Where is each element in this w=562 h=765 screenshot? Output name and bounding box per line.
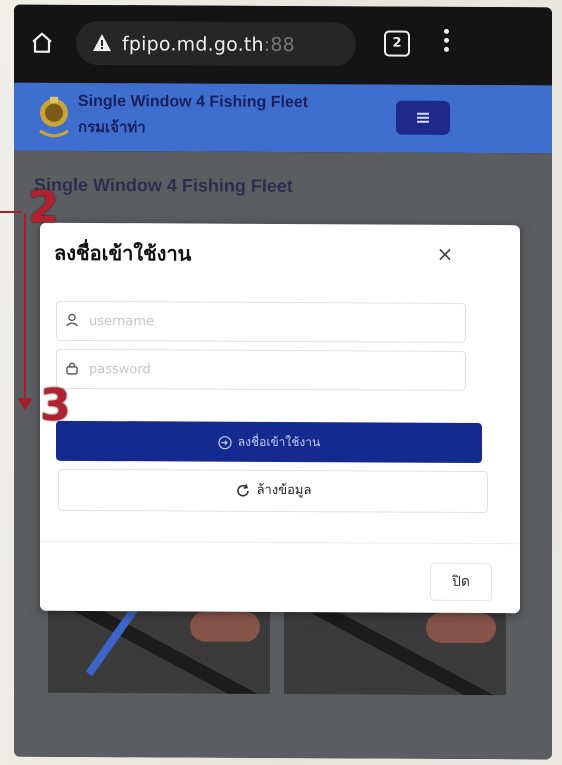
hamburger-icon xyxy=(396,101,450,123)
user-icon xyxy=(66,313,78,327)
modal-footer-divider xyxy=(40,540,520,545)
dismiss-button[interactable]: ปิด xyxy=(430,562,492,602)
login-button[interactable]: ลงชื่อเข้าใช้งาน xyxy=(56,420,482,464)
password-input[interactable] xyxy=(87,355,451,384)
username-input[interactable] xyxy=(87,307,451,336)
url-host: fpipo.md.go.th xyxy=(122,33,264,56)
site-header: Single Window 4 Fishing Fleet กรมเจ้าท่า xyxy=(14,82,552,154)
tab-count: 2 xyxy=(392,35,402,51)
more-vert-icon[interactable] xyxy=(442,28,450,59)
clear-button[interactable]: ล้างข้อมูล xyxy=(58,468,488,514)
annotation-line xyxy=(24,213,26,401)
home-icon[interactable] xyxy=(30,31,54,55)
browser-toolbar: fpipo.md.go.th:88 2 xyxy=(14,4,552,86)
thumbnail-image xyxy=(284,602,506,696)
department-logo xyxy=(39,96,69,138)
login-icon xyxy=(218,435,232,449)
login-modal: ลงชื่อเข้าใช้งาน × ลงชื่อเข้าใช้งาน xyxy=(40,222,520,614)
lock-icon xyxy=(66,362,78,375)
site-subtitle: กรมเจ้าท่า xyxy=(78,117,146,137)
site-title: Single Window 4 Fishing Fleet xyxy=(78,92,309,112)
hamburger-button[interactable] xyxy=(396,100,450,135)
phone-screen: fpipo.md.go.th:88 2 Single Window 4 Fish… xyxy=(14,4,552,760)
clear-button-label: ล้างข้อมูล xyxy=(256,482,312,499)
warning-icon[interactable] xyxy=(92,33,112,53)
page-heading: Single Window 4 Fishing Fleet xyxy=(34,174,293,197)
url-port: :88 xyxy=(263,33,295,57)
close-icon[interactable]: × xyxy=(434,242,456,266)
login-button-label: ลงชื่อเข้าใช้งาน xyxy=(237,434,321,450)
address-bar[interactable]: fpipo.md.go.th:88 xyxy=(76,20,356,67)
step-number-annotation: 3 xyxy=(40,380,71,431)
annotation-line xyxy=(0,211,22,213)
annotation-arrowhead xyxy=(17,398,33,410)
password-field[interactable] xyxy=(56,348,466,391)
modal-title: ลงชื่อเข้าใช้งาน xyxy=(54,240,192,266)
tabs-icon[interactable]: 2 xyxy=(384,30,410,57)
refresh-icon xyxy=(236,483,249,497)
thumbnail-image xyxy=(48,600,270,694)
username-field[interactable] xyxy=(56,300,466,343)
url-text[interactable]: fpipo.md.go.th:88 xyxy=(122,33,295,56)
step-number-annotation: 2 xyxy=(28,182,59,233)
